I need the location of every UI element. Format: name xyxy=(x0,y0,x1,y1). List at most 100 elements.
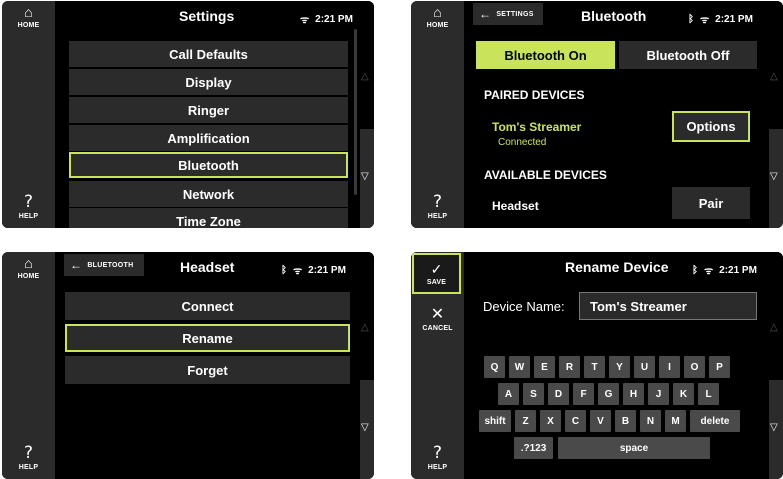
wifi-icon: ᯤ xyxy=(704,266,714,277)
menu-item-display[interactable]: Display xyxy=(69,69,348,95)
menu-item-network[interactable]: Network xyxy=(69,181,348,207)
bluetooth-panel: ⌂ HOME ? HELP ← SETTINGS Bluetooth ᛒ ᯤ 2… xyxy=(411,1,783,228)
sidebar: ⌂ HOME ? HELP xyxy=(2,1,55,228)
key-t[interactable]: T xyxy=(584,356,605,378)
back-label: BLUETOOTH xyxy=(87,261,134,269)
key-j[interactable]: J xyxy=(648,383,669,405)
key-s[interactable]: S xyxy=(523,383,544,405)
bluetooth-icon: ᛒ xyxy=(692,264,698,276)
help-button[interactable]: ? HELP xyxy=(411,435,464,479)
headset-panel: ⌂ HOME ? HELP ← BLUETOOTH Headset ᛒ ᯤ 2:… xyxy=(2,252,374,479)
key-d[interactable]: D xyxy=(548,383,569,405)
key-a[interactable]: A xyxy=(498,383,519,405)
options-button[interactable]: Options xyxy=(672,111,750,142)
help-icon: ? xyxy=(432,191,443,212)
key-m[interactable]: M xyxy=(665,410,686,432)
key-r[interactable]: R xyxy=(559,356,580,378)
back-button[interactable]: ← SETTINGS xyxy=(473,3,543,25)
symbols-key[interactable]: .?123 xyxy=(514,437,553,459)
bluetooth-off-button[interactable]: Bluetooth Off xyxy=(619,41,757,69)
checkmark-icon: ✓ xyxy=(430,260,443,277)
scroll-up-button[interactable]: △ xyxy=(769,1,783,125)
arrow-left-icon: ← xyxy=(70,258,83,272)
key-y[interactable]: Y xyxy=(609,356,630,378)
scroll-down-button[interactable]: ▽ xyxy=(360,380,374,479)
key-n[interactable]: N xyxy=(640,410,661,432)
menu-item-ringer[interactable]: Ringer xyxy=(69,97,348,123)
back-button[interactable]: ← BLUETOOTH xyxy=(64,254,144,276)
wifi-icon: ᯤ xyxy=(293,266,303,277)
key-g[interactable]: G xyxy=(598,383,619,405)
menu-item-time-zone[interactable]: Time Zone xyxy=(69,208,348,228)
help-button[interactable]: ? HELP xyxy=(2,435,55,479)
help-button[interactable]: ? HELP xyxy=(2,184,55,228)
scroll-down-button[interactable]: ▽ xyxy=(769,380,783,479)
space-key[interactable]: space xyxy=(558,437,710,459)
key-v[interactable]: V xyxy=(590,410,611,432)
page-title: Rename Device xyxy=(565,259,669,275)
key-b[interactable]: B xyxy=(615,410,636,432)
pair-button[interactable]: Pair xyxy=(672,187,750,219)
key-w[interactable]: W xyxy=(509,356,530,378)
key-h[interactable]: H xyxy=(623,383,644,405)
key-k[interactable]: K xyxy=(673,383,694,405)
cancel-label: CANCEL xyxy=(422,324,453,332)
home-icon: ⌂ xyxy=(433,4,442,20)
home-label: HOME xyxy=(17,273,40,280)
key-f[interactable]: F xyxy=(573,383,594,405)
key-p[interactable]: P xyxy=(709,356,730,378)
help-label: HELP xyxy=(427,463,448,471)
device-name-label: Device Name: xyxy=(483,299,565,314)
bluetooth-icon: ᛒ xyxy=(688,13,694,25)
key-q[interactable]: Q xyxy=(484,356,505,378)
triangle-up-icon: △ xyxy=(770,71,778,82)
status-bar: ᛒ ᯤ 2:21 PM xyxy=(281,263,346,278)
triangle-down-icon: ▽ xyxy=(770,422,778,433)
menu-item-amplification[interactable]: Amplification xyxy=(69,125,348,151)
key-u[interactable]: U xyxy=(634,356,655,378)
wifi-icon: ᯤ xyxy=(300,15,310,26)
home-label: HOME xyxy=(426,22,449,29)
key-i[interactable]: I xyxy=(659,356,680,378)
menu-item-rename[interactable]: Rename xyxy=(65,324,350,352)
menu-item-connect[interactable]: Connect xyxy=(65,292,350,320)
key-o[interactable]: O xyxy=(684,356,705,378)
help-button[interactable]: ? HELP xyxy=(411,184,464,228)
save-button[interactable]: ✓ SAVE xyxy=(412,253,461,294)
help-label: HELP xyxy=(427,212,448,220)
shift-key[interactable]: shift xyxy=(479,410,511,432)
menu-item-call-defaults[interactable]: Call Defaults xyxy=(69,41,348,67)
triangle-up-icon: △ xyxy=(361,322,369,333)
home-button[interactable]: ⌂ HOME xyxy=(411,1,464,45)
home-button[interactable]: ⌂ HOME xyxy=(2,252,55,296)
scroll-up-button[interactable]: △ xyxy=(769,252,783,376)
menu-item-bluetooth[interactable]: Bluetooth xyxy=(69,152,348,178)
triangle-down-icon: ▽ xyxy=(770,171,778,182)
save-label: SAVE xyxy=(426,278,447,286)
scroll-up-button[interactable]: △ xyxy=(360,1,374,125)
home-button[interactable]: ⌂ HOME xyxy=(2,1,55,45)
cancel-button[interactable]: ✕ CANCEL xyxy=(411,298,464,340)
triangle-down-icon: ▽ xyxy=(361,171,369,182)
bluetooth-on-button[interactable]: Bluetooth On xyxy=(476,41,615,69)
clock: 2:21 PM xyxy=(719,264,757,276)
scrollbar[interactable] xyxy=(354,29,357,195)
paired-device-name: Tom's Streamer xyxy=(492,120,582,134)
delete-key[interactable]: delete xyxy=(690,410,740,432)
scroll-up-button[interactable]: △ xyxy=(360,252,374,376)
menu-item-forget[interactable]: Forget xyxy=(65,356,350,384)
key-z[interactable]: Z xyxy=(515,410,536,432)
scroll-down-button[interactable]: ▽ xyxy=(769,129,783,228)
key-x[interactable]: X xyxy=(540,410,561,432)
key-c[interactable]: C xyxy=(565,410,586,432)
device-name-input[interactable]: Tom's Streamer xyxy=(579,292,757,320)
sidebar: ⌂ HOME ? HELP xyxy=(2,252,55,479)
sidebar: ✓ SAVE ✕ CANCEL ? HELP xyxy=(411,252,464,479)
clock: 2:21 PM xyxy=(315,13,353,25)
key-l[interactable]: L xyxy=(698,383,719,405)
scroll-down-button[interactable]: ▽ xyxy=(360,129,374,228)
key-e[interactable]: E xyxy=(534,356,555,378)
clock: 2:21 PM xyxy=(308,264,346,276)
back-label: SETTINGS xyxy=(496,10,534,18)
available-device-name: Headset xyxy=(492,199,539,213)
